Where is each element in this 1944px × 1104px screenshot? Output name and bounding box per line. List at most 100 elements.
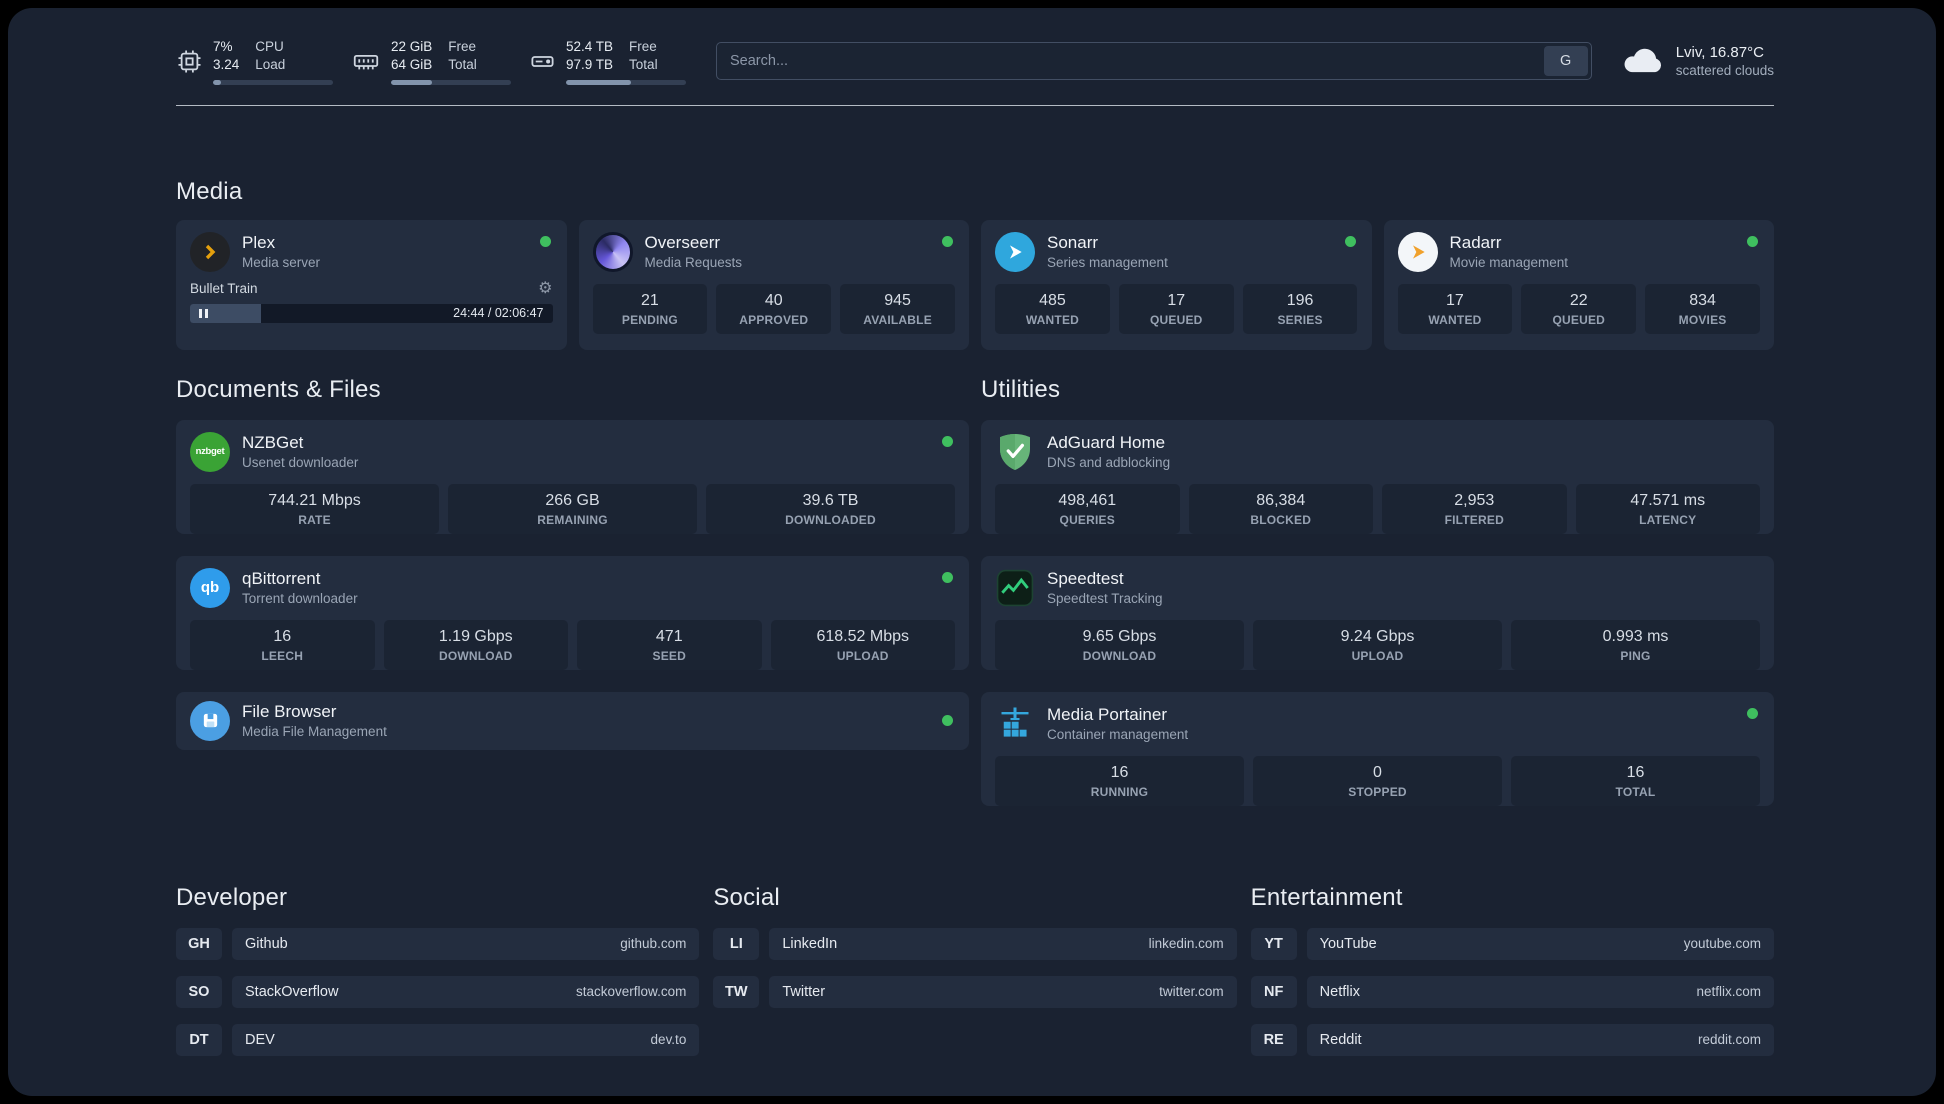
link-row-youtube[interactable]: YT YouTube youtube.com xyxy=(1250,927,1774,960)
ram-total-label: Total xyxy=(448,56,477,72)
link-row-linkedin[interactable]: LI LinkedIn linkedin.com xyxy=(713,927,1237,960)
app-card-filebrowser[interactable]: File Browser Media File Management xyxy=(176,691,969,750)
stat-tile: 2,953 FILTERED xyxy=(1382,483,1567,534)
status-dot xyxy=(942,714,953,726)
stat-tile: 266 GB REMAINING xyxy=(448,483,697,534)
app-name: AdGuard Home xyxy=(1047,433,1166,453)
stat-label: UPLOAD xyxy=(1351,648,1404,663)
link-row-netflix[interactable]: NF Netflix netflix.com xyxy=(1250,975,1774,1008)
adguard-icon xyxy=(995,432,1035,472)
stat-value: 945 xyxy=(884,291,911,309)
disk-total-value: 97.9 TB xyxy=(566,56,614,72)
search-bar[interactable]: G xyxy=(716,42,1592,81)
weather-location: Lviv, 16.87°C xyxy=(1675,44,1764,62)
app-name: qBittorrent xyxy=(242,569,321,589)
app-card-qbittorrent[interactable]: qb qBittorrent Torrent downloader 16 LEE… xyxy=(176,555,969,670)
section-title-developer: Developer xyxy=(176,883,288,911)
stat-label: DOWNLOAD xyxy=(1082,648,1157,663)
link-abbr: NF xyxy=(1250,975,1297,1008)
ram-total-value: 64 GiB xyxy=(391,56,433,72)
app-desc: Speedtest Tracking xyxy=(1047,591,1163,607)
stat-label: STOPPED xyxy=(1348,784,1407,799)
app-card-speedtest[interactable]: Speedtest Speedtest Tracking 9.65 Gbps D… xyxy=(981,555,1774,670)
stat-label: DOWNLOAD xyxy=(438,648,513,663)
section-title-entertainment: Entertainment xyxy=(1250,883,1403,911)
app-card-overseerr[interactable]: Overseerr Media Requests 21 PENDING 40 A… xyxy=(578,219,969,350)
stat-value: 22 xyxy=(1569,291,1588,309)
app-name: NZBGet xyxy=(242,433,304,453)
cloud-icon xyxy=(1622,44,1664,79)
stat-tile: 86,384 BLOCKED xyxy=(1188,483,1373,534)
stat-value: 9.65 Gbps xyxy=(1082,627,1157,645)
app-card-plex[interactable]: Plex Media server Bullet Train ⚙ 24:44 /… xyxy=(176,219,567,350)
stat-value: 39.6 TB xyxy=(802,491,859,509)
app-card-adguard[interactable]: AdGuard Home DNS and adblocking 498,461 … xyxy=(981,419,1774,534)
stat-label: APPROVED xyxy=(739,312,809,327)
topbar-divider xyxy=(176,104,1774,106)
link-abbr: RE xyxy=(1250,1023,1297,1056)
cpu-progress-fill xyxy=(213,79,222,85)
cpu-progress-bar xyxy=(213,79,333,85)
stat-label: WANTED xyxy=(1428,312,1482,327)
stat-label: SEED xyxy=(652,648,686,663)
link-row-stackoverflow[interactable]: SO StackOverflow stackoverflow.com xyxy=(176,975,700,1008)
link-row-dev[interactable]: DT DEV dev.to xyxy=(176,1023,700,1056)
link-name: Netflix xyxy=(1319,983,1360,1000)
cpu-load-average: 3.24 xyxy=(213,56,240,72)
stat-label: AVAILABLE xyxy=(863,312,932,327)
stat-value: 47.571 ms xyxy=(1630,491,1706,509)
app-desc: Media Requests xyxy=(644,255,743,271)
stat-value: 266 GB xyxy=(545,491,600,509)
link-abbr: YT xyxy=(1250,927,1297,960)
settings-gear-icon[interactable]: ⚙ xyxy=(538,280,552,297)
search-input[interactable] xyxy=(730,53,1544,70)
pause-icon[interactable] xyxy=(199,308,208,318)
app-desc: Media File Management xyxy=(242,724,387,740)
memory-icon xyxy=(351,48,381,75)
stat-label: REMAINING xyxy=(537,512,608,527)
search-engine-button[interactable]: G xyxy=(1543,46,1588,77)
link-abbr: GH xyxy=(176,927,222,960)
stat-label: UPLOAD xyxy=(836,648,889,663)
dashboard: 7% 3.24 CPU Load 22 GiB 64 GiB Free Tota… xyxy=(8,8,1936,1096)
link-name: LinkedIn xyxy=(782,935,838,952)
topbar: 7% 3.24 CPU Load 22 GiB 64 GiB Free Tota… xyxy=(176,38,1774,85)
disk-total-label: Total xyxy=(629,56,658,72)
disk-progress-bar xyxy=(566,79,686,85)
app-card-portainer[interactable]: Media Portainer Container management 16 … xyxy=(981,691,1774,806)
section-documents: Documents & Files nzbget NZBGet Usenet d… xyxy=(176,376,969,828)
stat-value: 0.993 ms xyxy=(1602,627,1669,645)
playback-progress-bar[interactable]: 24:44 / 02:06:47 xyxy=(190,303,553,323)
app-desc: Movie management xyxy=(1449,255,1569,271)
app-card-sonarr[interactable]: Sonarr Series management 485 WANTED 17 Q… xyxy=(981,219,1372,350)
cpu-load-label: Load xyxy=(255,56,286,72)
disk-widget: 52.4 TB 97.9 TB Free Total xyxy=(529,38,686,85)
stat-label: PING xyxy=(1620,648,1651,663)
link-url: stackoverflow.com xyxy=(576,984,687,1000)
link-bar: StackOverflow stackoverflow.com xyxy=(232,975,700,1008)
app-card-nzbget[interactable]: nzbget NZBGet Usenet downloader 744.21 M… xyxy=(176,419,969,534)
stat-tile: 17 QUEUED xyxy=(1118,283,1234,334)
ram-free-label: Free xyxy=(448,39,477,54)
weather-condition: scattered clouds xyxy=(1675,63,1774,79)
link-bar: Github github.com xyxy=(232,927,700,960)
link-name: Twitter xyxy=(782,983,826,1000)
stat-tile: 485 WANTED xyxy=(995,283,1110,334)
link-bar: Reddit reddit.com xyxy=(1306,1023,1774,1056)
link-abbr: SO xyxy=(176,975,222,1008)
link-url: youtube.com xyxy=(1683,936,1761,952)
section-title-media: Media xyxy=(176,177,243,205)
link-row-twitter[interactable]: TW Twitter twitter.com xyxy=(713,975,1237,1008)
stat-value: 2,953 xyxy=(1454,491,1495,509)
stat-tile: 498,461 QUERIES xyxy=(995,483,1180,534)
app-desc: Container management xyxy=(1047,727,1189,743)
app-name: Media Portainer xyxy=(1047,705,1168,725)
stat-value: 86,384 xyxy=(1256,491,1306,509)
link-row-reddit[interactable]: RE Reddit reddit.com xyxy=(1250,1023,1774,1056)
app-card-radarr[interactable]: Radarr Movie management 17 WANTED 22 QUE… xyxy=(1383,219,1774,350)
stat-tile: 21 PENDING xyxy=(592,283,708,334)
portainer-icon xyxy=(995,704,1035,744)
stat-value: 16 xyxy=(273,627,292,645)
stat-tile: 40 APPROVED xyxy=(716,283,832,334)
link-row-github[interactable]: GH Github github.com xyxy=(176,927,700,960)
